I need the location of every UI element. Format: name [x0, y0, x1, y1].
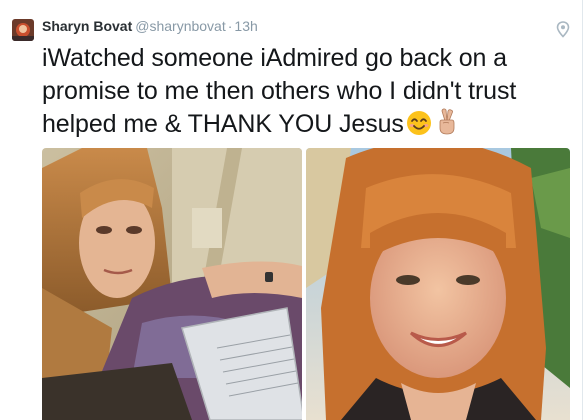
author-name[interactable]: Sharyn Bovat — [42, 18, 132, 34]
tweet-header: Sharyn Bovat @sharynbovat · 13h — [42, 17, 258, 35]
header-separator: · — [227, 18, 233, 34]
timeline-divider — [582, 0, 583, 420]
tweet-text: iWatched someone iAdmired go back on a p… — [42, 42, 572, 145]
author-avatar[interactable] — [12, 19, 34, 41]
victory-hand-emoji — [434, 108, 460, 145]
selfie-photo-2[interactable] — [306, 148, 570, 420]
tweet-timestamp[interactable]: 13h — [234, 18, 257, 34]
author-handle[interactable]: @sharynbovat — [135, 18, 225, 34]
selfie-photo-1[interactable] — [42, 148, 302, 420]
location-pin-icon[interactable] — [556, 21, 570, 38]
smiling-face-emoji — [406, 110, 432, 145]
